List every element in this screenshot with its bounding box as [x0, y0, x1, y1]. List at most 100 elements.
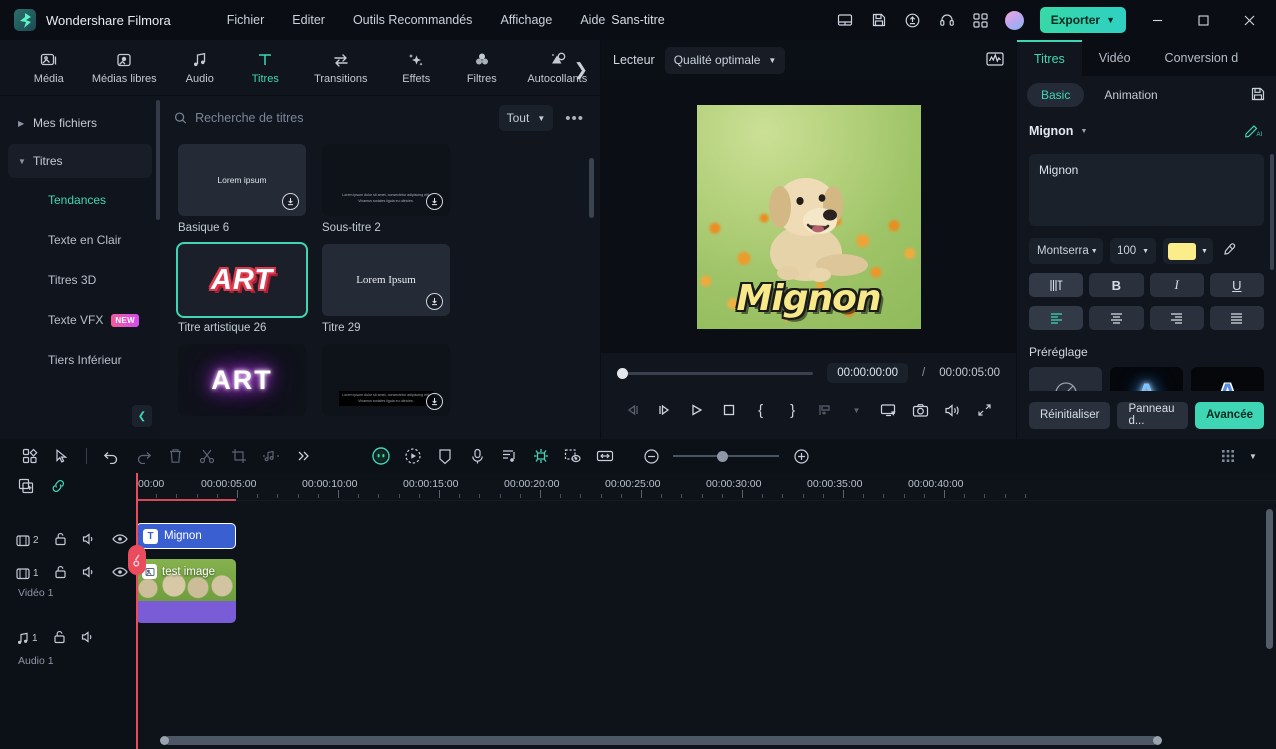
auto-highlight-button[interactable]: [397, 443, 429, 469]
nav-tab-audio[interactable]: Audio: [167, 50, 233, 85]
mark-in-button[interactable]: {: [745, 397, 777, 423]
search-input[interactable]: [195, 111, 491, 125]
track-video-2[interactable]: T Mignon: [136, 517, 1276, 559]
play-button[interactable]: [681, 397, 713, 423]
chevron-down-icon[interactable]: ▼: [1244, 443, 1262, 469]
zoom-out-icon[interactable]: [635, 443, 667, 469]
timeline-tracks-area[interactable]: 00:00 00:00:05:00 00:00:10:00 00:00:15:0…: [128, 473, 1276, 749]
lock-icon[interactable]: [54, 565, 67, 582]
select-tool-button[interactable]: [46, 443, 78, 469]
mute-icon[interactable]: [81, 630, 96, 647]
align-center-button[interactable]: [1089, 306, 1144, 330]
project-media-button[interactable]: [14, 443, 46, 469]
chevron-down-icon[interactable]: ▼: [1080, 128, 1087, 135]
next-frame-button[interactable]: [649, 397, 681, 423]
more-tools-button[interactable]: [287, 443, 319, 469]
nav-tab-transitions[interactable]: Transitions: [298, 50, 383, 85]
fullscreen-button[interactable]: [968, 397, 1000, 423]
apps-grid-icon[interactable]: [966, 5, 996, 35]
playhead[interactable]: [128, 473, 146, 749]
menu-outils-recommandes[interactable]: Outils Recommandés: [339, 7, 487, 33]
align-justify-button[interactable]: [1209, 306, 1264, 330]
image-clip[interactable]: test image: [136, 559, 236, 623]
keyframe-button[interactable]: [525, 443, 557, 469]
tab-video[interactable]: Vidéo: [1082, 40, 1148, 76]
volume-button[interactable]: [936, 397, 968, 423]
menu-fichier[interactable]: Fichier: [213, 7, 279, 33]
preset-thumbnail[interactable]: Lorem Ipsum: [322, 244, 450, 316]
grid-scrollbar[interactable]: [589, 158, 594, 218]
track-header-video-1[interactable]: 1: [0, 561, 136, 585]
sidebar-group-titres[interactable]: ▼ Titres: [8, 144, 152, 178]
subtab-animation[interactable]: Animation: [1090, 83, 1171, 107]
menu-aide[interactable]: Aide: [566, 7, 619, 33]
collapse-panel-icon[interactable]: ❮: [132, 405, 152, 427]
cloud-upload-icon[interactable]: [898, 5, 928, 35]
save-icon[interactable]: [864, 5, 894, 35]
split-button[interactable]: [191, 443, 223, 469]
preset-none[interactable]: [1029, 367, 1102, 391]
lock-icon[interactable]: [53, 630, 66, 647]
font-color-picker[interactable]: ▼: [1163, 238, 1213, 264]
undo-button[interactable]: [95, 443, 127, 469]
track-header-video-2[interactable]: 2: [0, 519, 136, 561]
ai-pen-icon[interactable]: AI: [1244, 122, 1264, 141]
crop-button[interactable]: [223, 443, 255, 469]
mute-icon[interactable]: [82, 532, 97, 549]
preview-video[interactable]: Mignon: [696, 104, 921, 329]
close-button[interactable]: [1228, 0, 1270, 40]
preset-thumbnail-selected[interactable]: ART: [176, 242, 308, 318]
eye-icon[interactable]: [111, 566, 128, 581]
scroll-handle-left[interactable]: [160, 736, 169, 745]
preset-blue-glow[interactable]: A: [1110, 367, 1183, 391]
timeline-ruler[interactable]: 00:00 00:00:05:00 00:00:10:00 00:00:15:0…: [136, 473, 1276, 501]
nav-tab-titres[interactable]: Titres: [233, 50, 299, 85]
list-item[interactable]: Lorem ipsum dolor sit amet, consectetur …: [322, 144, 450, 234]
avatar[interactable]: [1000, 5, 1030, 35]
fit-timeline-button[interactable]: [589, 443, 621, 469]
chevron-right-icon[interactable]: ❯: [574, 60, 588, 80]
redo-button[interactable]: [127, 443, 159, 469]
download-icon[interactable]: [426, 193, 443, 210]
nav-tab-effets[interactable]: Effets: [383, 50, 449, 85]
sidebar-item-tiers-inferieur[interactable]: Tiers Inférieur: [0, 340, 160, 380]
track-settings-icon[interactable]: [1212, 443, 1244, 469]
eye-icon[interactable]: [111, 533, 128, 548]
menu-affichage[interactable]: Affichage: [486, 7, 566, 33]
speed-button[interactable]: [255, 443, 287, 469]
snapshot-button[interactable]: [904, 397, 936, 423]
tab-titres[interactable]: Titres: [1017, 40, 1082, 76]
lock-icon[interactable]: [54, 532, 67, 549]
stop-button[interactable]: [713, 397, 745, 423]
subtab-basic[interactable]: Basic: [1027, 83, 1085, 107]
prev-frame-button[interactable]: [617, 397, 649, 423]
sidebar-group-mes-fichiers[interactable]: ▶ Mes fichiers: [8, 106, 152, 140]
title-text-input[interactable]: Mignon: [1029, 154, 1264, 226]
properties-scrollbar[interactable]: [1270, 154, 1274, 270]
nav-tab-medias-libres[interactable]: Médias libres: [82, 50, 167, 85]
download-icon[interactable]: [282, 193, 299, 210]
scroll-handle-right[interactable]: [1153, 736, 1162, 745]
track-audio-1[interactable]: [136, 627, 1276, 687]
preset-thumbnail[interactable]: ART: [178, 344, 306, 416]
zoom-in-icon[interactable]: [785, 443, 817, 469]
advanced-button[interactable]: Avancée: [1195, 401, 1264, 429]
filter-dropdown[interactable]: Tout ▼: [498, 105, 554, 131]
font-size-dropdown[interactable]: 100 ▼: [1110, 238, 1156, 264]
scroll-thumb[interactable]: [164, 736, 1158, 745]
waveform-scope-icon[interactable]: [986, 51, 1004, 70]
preset-blue-outline[interactable]: A: [1191, 367, 1264, 391]
export-button[interactable]: Exporter ▼: [1039, 7, 1126, 33]
bold-button[interactable]: B: [1089, 273, 1144, 297]
eyedropper-icon[interactable]: [1222, 242, 1237, 260]
reset-button[interactable]: Réinitialiser: [1029, 401, 1111, 429]
preset-thumbnail[interactable]: Lorem ipsum dolor sit amet, consectetur …: [322, 344, 450, 416]
align-right-button[interactable]: [1149, 306, 1204, 330]
title-clip[interactable]: T Mignon: [136, 523, 236, 549]
sidebar-item-titres-3d[interactable]: Titres 3D: [0, 260, 160, 300]
seek-handle[interactable]: [617, 367, 628, 379]
zoom-handle[interactable]: [717, 450, 728, 462]
headset-icon[interactable]: [932, 5, 962, 35]
mute-icon[interactable]: [82, 565, 97, 582]
panel-button[interactable]: Panneau d...: [1117, 401, 1189, 429]
